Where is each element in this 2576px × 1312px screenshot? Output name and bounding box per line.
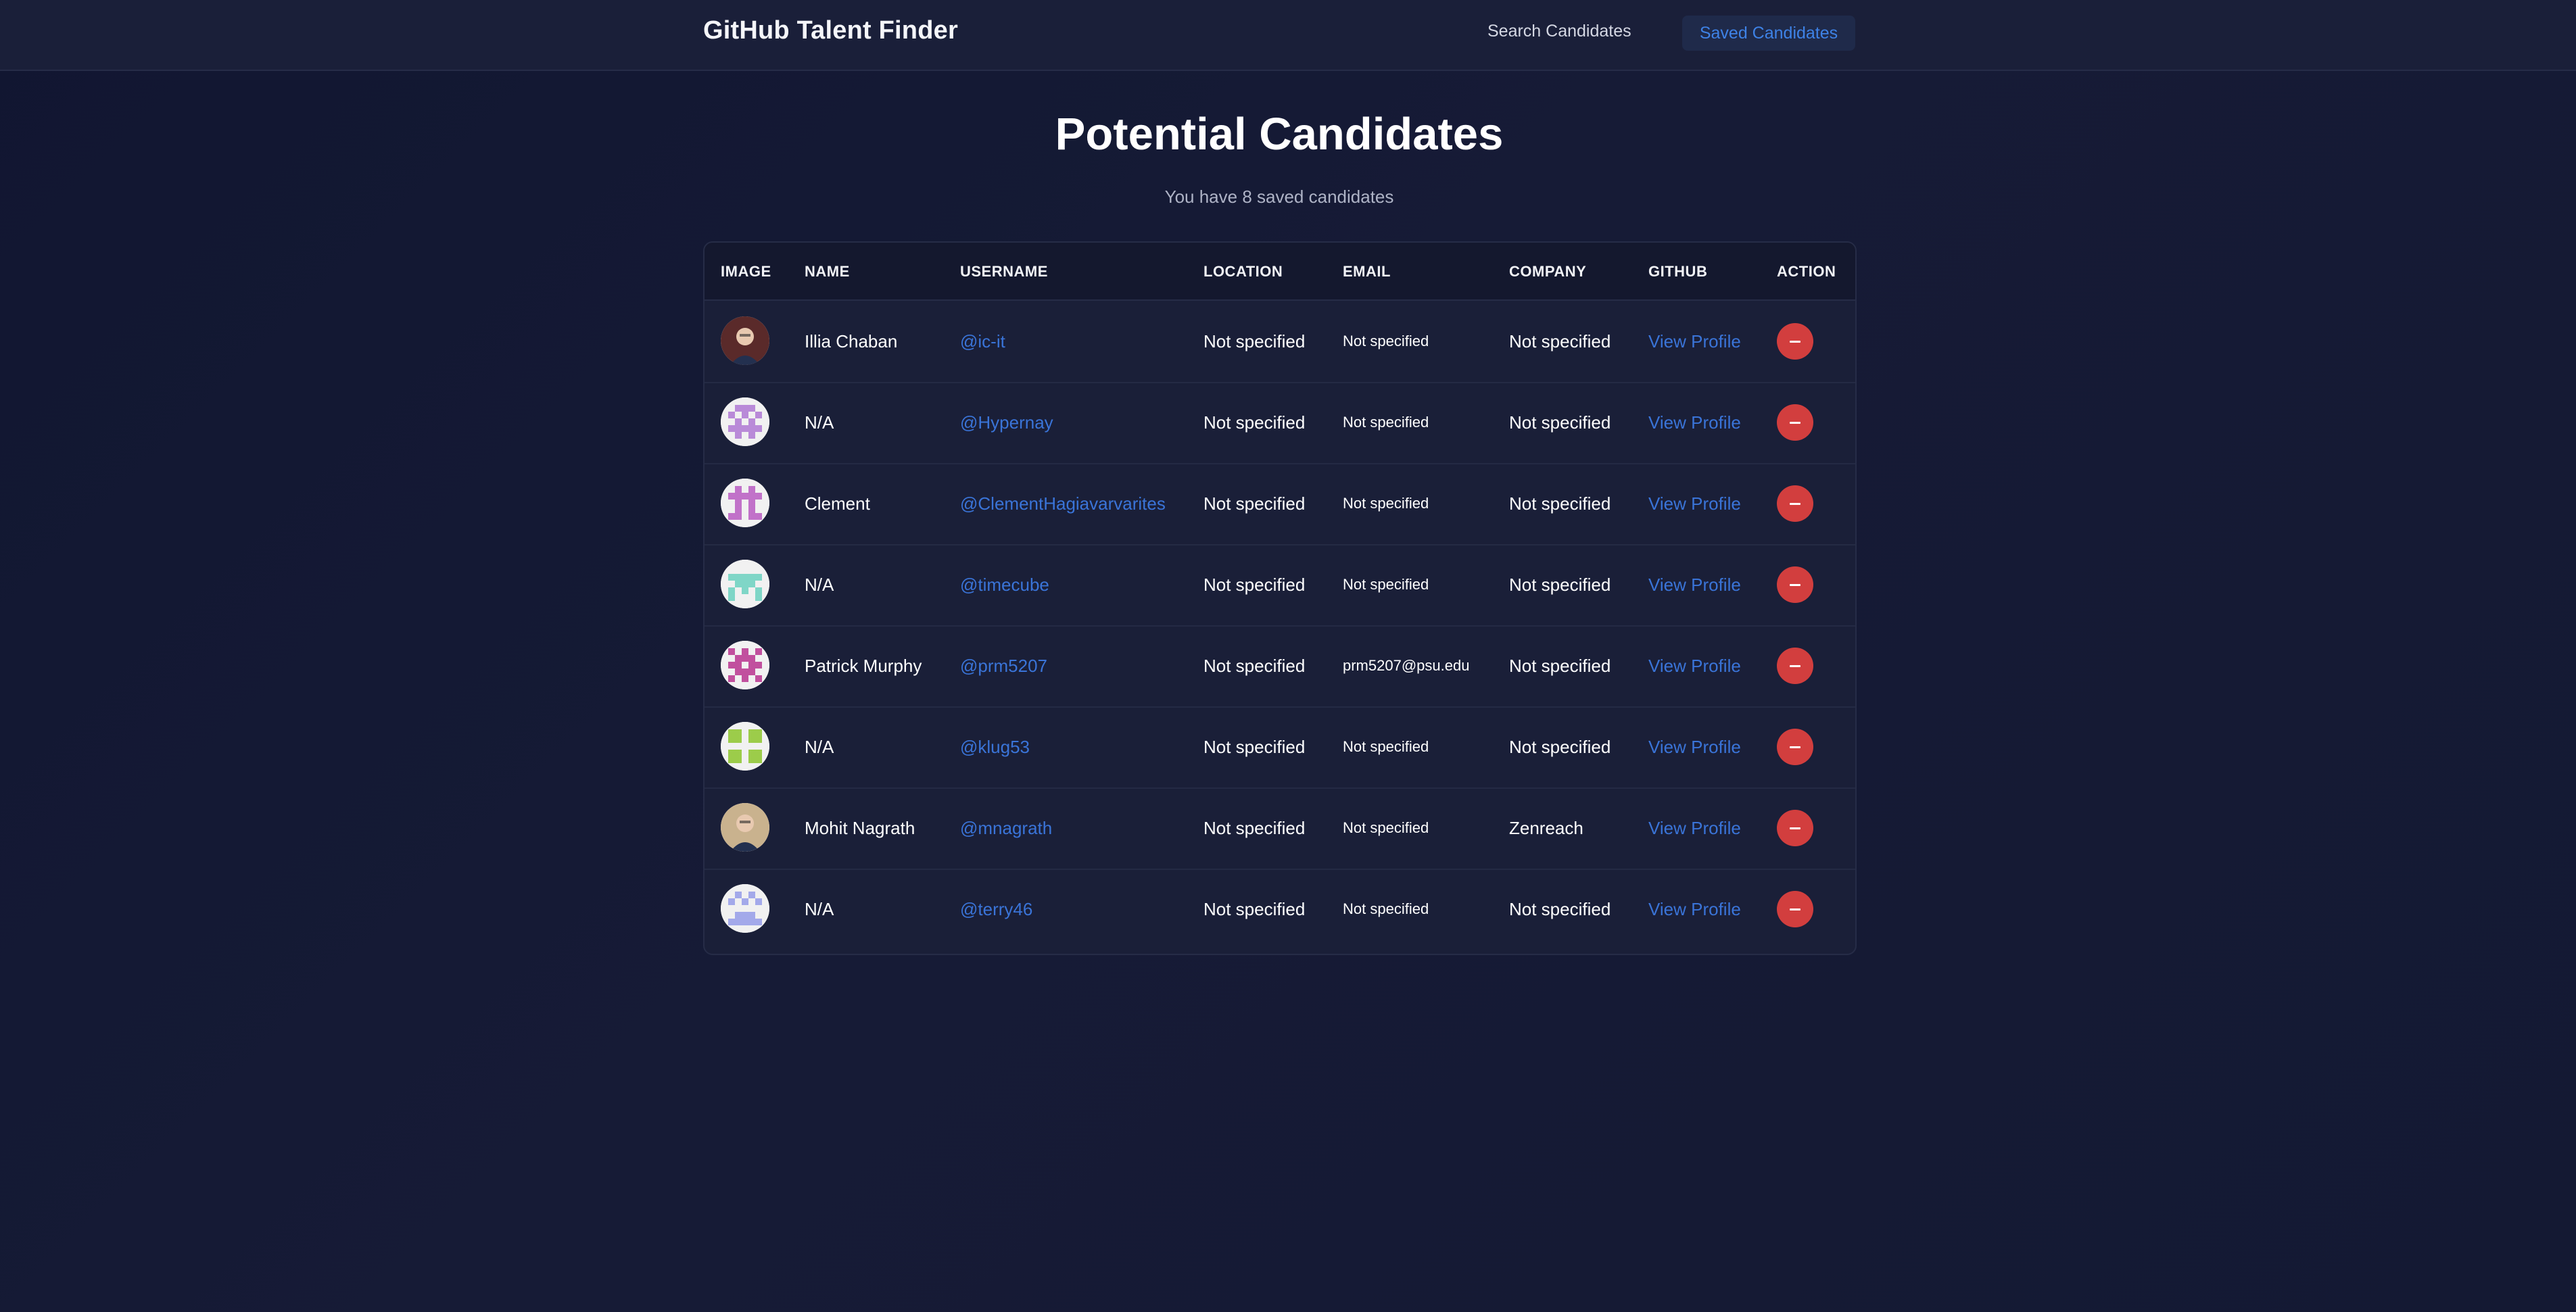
minus-icon bbox=[1790, 746, 1800, 748]
candidate-name: N/A bbox=[805, 412, 834, 433]
candidate-email: Not specified bbox=[1343, 333, 1429, 349]
table-row: Illia Chaban @ic-it Not specified Not speci… bbox=[705, 301, 1855, 383]
candidate-company: Not specified bbox=[1509, 412, 1611, 433]
candidate-name: N/A bbox=[805, 899, 834, 919]
candidate-email: Not specified bbox=[1343, 819, 1429, 836]
candidate-name: Illia Chaban bbox=[805, 331, 898, 351]
avatar bbox=[721, 397, 769, 446]
candidate-username-link[interactable]: @prm5207 bbox=[960, 625, 1047, 706]
avatar bbox=[721, 803, 769, 852]
remove-candidate-button[interactable] bbox=[1777, 810, 1813, 846]
avatar bbox=[721, 479, 769, 527]
avatar bbox=[721, 722, 769, 771]
candidate-username-link[interactable]: @terry46 bbox=[960, 869, 1032, 950]
header-username: USERNAME bbox=[960, 263, 1048, 280]
candidate-username-link[interactable]: @ClementHagiavarvarites bbox=[960, 463, 1166, 544]
candidate-company: Not specified bbox=[1509, 331, 1611, 351]
remove-candidate-button[interactable] bbox=[1777, 485, 1813, 522]
minus-icon bbox=[1790, 422, 1800, 424]
avatar bbox=[721, 316, 769, 365]
candidate-email: Not specified bbox=[1343, 576, 1429, 593]
candidates-table: IMAGE NAME USERNAME LOCATION EMAIL COMPA… bbox=[703, 241, 1857, 955]
table-row: N/A @timecube Not specified Not specified No… bbox=[705, 544, 1855, 627]
view-profile-link[interactable]: View Profile bbox=[1648, 625, 1741, 706]
minus-icon bbox=[1790, 584, 1800, 586]
candidate-email: Not specified bbox=[1343, 414, 1429, 431]
avatar bbox=[721, 641, 769, 689]
candidate-name: Mohit Nagrath bbox=[805, 818, 915, 838]
candidate-name: N/A bbox=[805, 737, 834, 757]
view-profile-link[interactable]: View Profile bbox=[1648, 787, 1741, 869]
nav-saved-candidates[interactable]: Saved Candidates bbox=[1682, 16, 1855, 51]
minus-icon bbox=[1790, 827, 1800, 829]
candidate-username-link[interactable]: @klug53 bbox=[960, 706, 1030, 787]
view-profile-link[interactable]: View Profile bbox=[1648, 706, 1741, 787]
saved-count-text: You have 8 saved candidates bbox=[1164, 187, 1394, 207]
brand-title[interactable]: GitHub Talent Finder bbox=[703, 16, 958, 45]
candidate-location: Not specified bbox=[1203, 899, 1306, 919]
minus-icon bbox=[1790, 665, 1800, 667]
candidate-username-link[interactable]: @ic-it bbox=[960, 301, 1005, 382]
candidate-company: Zenreach bbox=[1509, 818, 1583, 838]
candidate-location: Not specified bbox=[1203, 575, 1306, 595]
candidate-company: Not specified bbox=[1509, 899, 1611, 919]
header-email: EMAIL bbox=[1343, 263, 1391, 280]
top-navbar: GitHub Talent Finder Search Candidates S… bbox=[0, 0, 2576, 71]
candidate-location: Not specified bbox=[1203, 493, 1306, 514]
candidate-location: Not specified bbox=[1203, 818, 1306, 838]
header-action: ACTION bbox=[1777, 263, 1836, 280]
remove-candidate-button[interactable] bbox=[1777, 323, 1813, 360]
view-profile-link[interactable]: View Profile bbox=[1648, 463, 1741, 544]
view-profile-link[interactable]: View Profile bbox=[1648, 544, 1741, 625]
candidate-name: Clement bbox=[805, 493, 870, 514]
view-profile-link[interactable]: View Profile bbox=[1648, 382, 1741, 463]
candidate-location: Not specified bbox=[1203, 412, 1306, 433]
candidate-name: Patrick Murphy bbox=[805, 656, 922, 676]
remove-candidate-button[interactable] bbox=[1777, 404, 1813, 441]
candidate-company: Not specified bbox=[1509, 493, 1611, 514]
candidate-name: N/A bbox=[805, 575, 834, 595]
candidate-location: Not specified bbox=[1203, 656, 1306, 676]
header-company: COMPANY bbox=[1509, 263, 1587, 280]
table-row: N/A @terry46 Not specified Not specified Not… bbox=[705, 869, 1855, 950]
remove-candidate-button[interactable] bbox=[1777, 891, 1813, 927]
remove-candidate-button[interactable] bbox=[1777, 648, 1813, 684]
remove-candidate-button[interactable] bbox=[1777, 566, 1813, 603]
view-profile-link[interactable]: View Profile bbox=[1648, 301, 1741, 382]
header-image: IMAGE bbox=[721, 263, 771, 280]
candidate-email: Not specified bbox=[1343, 900, 1429, 917]
header-location: LOCATION bbox=[1203, 263, 1283, 280]
minus-icon bbox=[1790, 503, 1800, 505]
candidate-location: Not specified bbox=[1203, 737, 1306, 757]
nav-search-candidates[interactable]: Search Candidates bbox=[1487, 22, 1631, 41]
minus-icon bbox=[1790, 908, 1800, 910]
candidate-username-link[interactable]: @Hypernay bbox=[960, 382, 1053, 463]
view-profile-link[interactable]: View Profile bbox=[1648, 869, 1741, 950]
candidate-username-link[interactable]: @mnagrath bbox=[960, 787, 1052, 869]
avatar bbox=[721, 884, 769, 933]
candidate-company: Not specified bbox=[1509, 575, 1611, 595]
candidate-email: Not specified bbox=[1343, 495, 1429, 512]
table-row: Patrick Murphy @prm5207 Not specified prm52… bbox=[705, 625, 1855, 708]
table-row: N/A @klug53 Not specified Not specified Not … bbox=[705, 706, 1855, 789]
header-name: NAME bbox=[805, 263, 850, 280]
candidate-company: Not specified bbox=[1509, 656, 1611, 676]
avatar bbox=[721, 560, 769, 608]
candidate-email: prm5207@psu.edu bbox=[1343, 657, 1470, 674]
header-github: GITHUB bbox=[1648, 263, 1708, 280]
page-title: Potential Candidates bbox=[1055, 109, 1504, 160]
candidate-email: Not specified bbox=[1343, 738, 1429, 755]
candidate-company: Not specified bbox=[1509, 737, 1611, 757]
remove-candidate-button[interactable] bbox=[1777, 729, 1813, 765]
table-row: N/A @Hypernay Not specified Not specified No… bbox=[705, 382, 1855, 464]
table-header: IMAGE NAME USERNAME LOCATION EMAIL COMPA… bbox=[705, 243, 1855, 301]
minus-icon bbox=[1790, 341, 1800, 343]
table-row: Clement @ClementHagiavarvarites Not specif… bbox=[705, 463, 1855, 545]
table-row: Mohit Nagrath @mnagrath Not specified Not s… bbox=[705, 787, 1855, 870]
candidate-username-link[interactable]: @timecube bbox=[960, 544, 1049, 625]
candidate-location: Not specified bbox=[1203, 331, 1306, 351]
